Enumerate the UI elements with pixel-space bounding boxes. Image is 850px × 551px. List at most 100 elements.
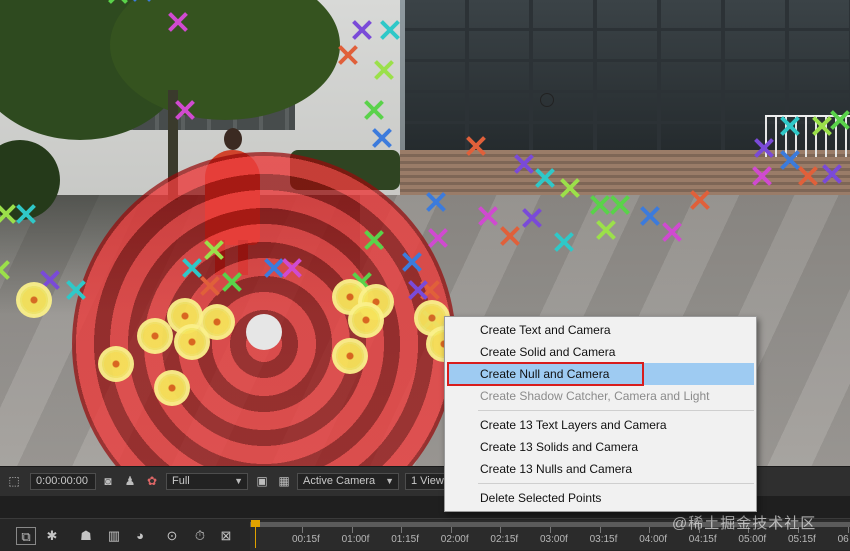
track-point-marker[interactable] (553, 231, 575, 253)
ruler-label: 00:15f (292, 534, 320, 545)
track-point-marker[interactable] (199, 275, 221, 297)
resolution-dropdown[interactable]: Full ▼ (166, 473, 248, 490)
track-point-marker[interactable] (15, 203, 37, 225)
ruler-label: 02:15f (490, 534, 519, 545)
track-point-marker[interactable] (753, 137, 775, 159)
comp-mini-flowchart-icon[interactable]: ⧉ (16, 527, 36, 545)
target-center[interactable] (246, 314, 282, 350)
track-point-marker[interactable] (829, 109, 850, 131)
view-value: Active Camera (303, 475, 376, 487)
context-menu: Create Text and Camera Create Solid and … (444, 316, 757, 512)
callout-highlight (447, 362, 644, 386)
track-point-marker[interactable] (797, 165, 819, 187)
track-point-marker[interactable] (661, 221, 683, 243)
track-point-marker[interactable] (534, 167, 556, 189)
chevron-down-icon: ▼ (234, 476, 243, 486)
playhead-line (255, 527, 256, 548)
track-point-marker[interactable] (821, 163, 843, 185)
snapshot-icon[interactable]: ◙ (100, 474, 116, 489)
transparency-grid-icon[interactable]: ▦ (276, 474, 292, 489)
track-point-marker[interactable] (465, 135, 487, 157)
track-point-marker[interactable] (0, 259, 11, 281)
view-layout-value: 1 View (411, 475, 444, 487)
ruler-label: 05:15f (788, 534, 816, 545)
ruler-label: 03:15f (589, 534, 618, 545)
ruler-label: 05:00f (738, 534, 767, 545)
frame-blending-icon[interactable]: ▥ (104, 527, 124, 545)
track-point-marker[interactable] (351, 19, 373, 41)
playhead-handle[interactable] (251, 520, 260, 527)
selected-track-point[interactable] (154, 370, 190, 406)
menu-item-create-text-and-camera[interactable]: Create Text and Camera (447, 319, 754, 341)
track-point-marker[interactable] (751, 165, 773, 187)
roi-icon[interactable]: ▣ (254, 474, 270, 489)
ruler-tick (649, 527, 651, 533)
render-icon[interactable]: ⊠ (216, 527, 236, 545)
track-point-marker[interactable] (595, 219, 617, 241)
graph-editor-icon[interactable]: ⊙ (162, 527, 182, 545)
menu-item-create-13-text-layers[interactable]: Create 13 Text Layers and Camera (447, 414, 754, 436)
watermark: @稀土掘金技术社区 (672, 515, 817, 532)
person-head (224, 128, 242, 150)
track-point-marker[interactable] (589, 194, 611, 216)
playhead[interactable] (251, 520, 261, 548)
track-point-marker[interactable] (521, 207, 543, 229)
menu-item-delete-selected-points[interactable]: Delete Selected Points (447, 487, 754, 509)
track-point-marker[interactable] (407, 279, 429, 301)
motion-blur-icon[interactable]: ◕ (130, 527, 150, 545)
menu-separator (478, 483, 754, 484)
track-point-marker[interactable] (499, 225, 521, 247)
ruler-label: 01:00f (341, 534, 370, 545)
crosshair-icon (540, 93, 554, 107)
timecode-display[interactable]: 0:00:00:00 (30, 473, 96, 490)
track-point-marker[interactable] (379, 19, 401, 41)
show-snapshot-icon[interactable]: ♟ (122, 474, 138, 489)
ruler-tick (550, 527, 551, 533)
track-point-marker[interactable] (371, 127, 393, 149)
draft-3d-icon[interactable]: ✱ (42, 527, 62, 545)
ruler-tick (351, 527, 353, 533)
track-point-marker[interactable] (779, 115, 801, 137)
track-point-marker[interactable] (559, 177, 581, 199)
track-point-marker[interactable] (65, 279, 87, 301)
track-point-marker[interactable] (427, 227, 449, 249)
selected-track-point[interactable] (16, 282, 52, 318)
track-point-marker[interactable] (477, 205, 499, 227)
selected-track-point[interactable] (332, 338, 368, 374)
menu-item-create-solid-and-camera[interactable]: Create Solid and Camera (447, 341, 754, 363)
track-point-marker[interactable] (167, 11, 189, 33)
track-point-marker[interactable] (609, 194, 631, 216)
ruler-tick (847, 527, 849, 533)
shy-layers-icon[interactable]: ☗ (76, 527, 96, 545)
track-point-marker[interactable] (221, 271, 243, 293)
selected-track-point[interactable] (98, 346, 134, 382)
track-point-marker[interactable] (281, 257, 303, 279)
menu-item-create-13-solids[interactable]: Create 13 Solids and Camera (447, 436, 754, 458)
chevron-down-icon: ▼ (385, 476, 394, 486)
view-dropdown[interactable]: Active Camera ▼ (297, 473, 399, 490)
ruler-label: 04:15f (688, 534, 717, 545)
menu-item-create-shadow-catcher: Create Shadow Catcher, Camera and Light (480, 389, 710, 403)
selected-track-point[interactable] (348, 302, 384, 338)
track-point-marker[interactable] (0, 203, 17, 225)
track-point-marker[interactable] (513, 153, 535, 175)
track-point-marker[interactable] (639, 205, 661, 227)
track-point-marker[interactable] (401, 251, 423, 273)
track-point-marker[interactable] (373, 59, 395, 81)
track-point-marker[interactable] (363, 229, 385, 251)
track-point-marker[interactable] (337, 44, 359, 66)
ruler-tick (500, 527, 502, 533)
menu-item-create-13-nulls[interactable]: Create 13 Nulls and Camera (447, 458, 754, 480)
timer-icon[interactable]: ⏱ (190, 527, 210, 545)
track-point-marker[interactable] (425, 191, 447, 213)
track-point-marker[interactable] (107, 0, 129, 5)
track-point-marker[interactable] (363, 99, 385, 121)
channels-icon[interactable]: ✿ (144, 474, 160, 489)
track-point-marker[interactable] (131, 0, 153, 3)
track-point-marker[interactable] (203, 239, 225, 261)
ruler-tick (599, 527, 601, 533)
region-icon[interactable]: ⬚ (6, 474, 22, 489)
track-point-marker[interactable] (174, 99, 196, 121)
track-point-marker[interactable] (689, 189, 711, 211)
selected-track-point[interactable] (174, 324, 210, 360)
